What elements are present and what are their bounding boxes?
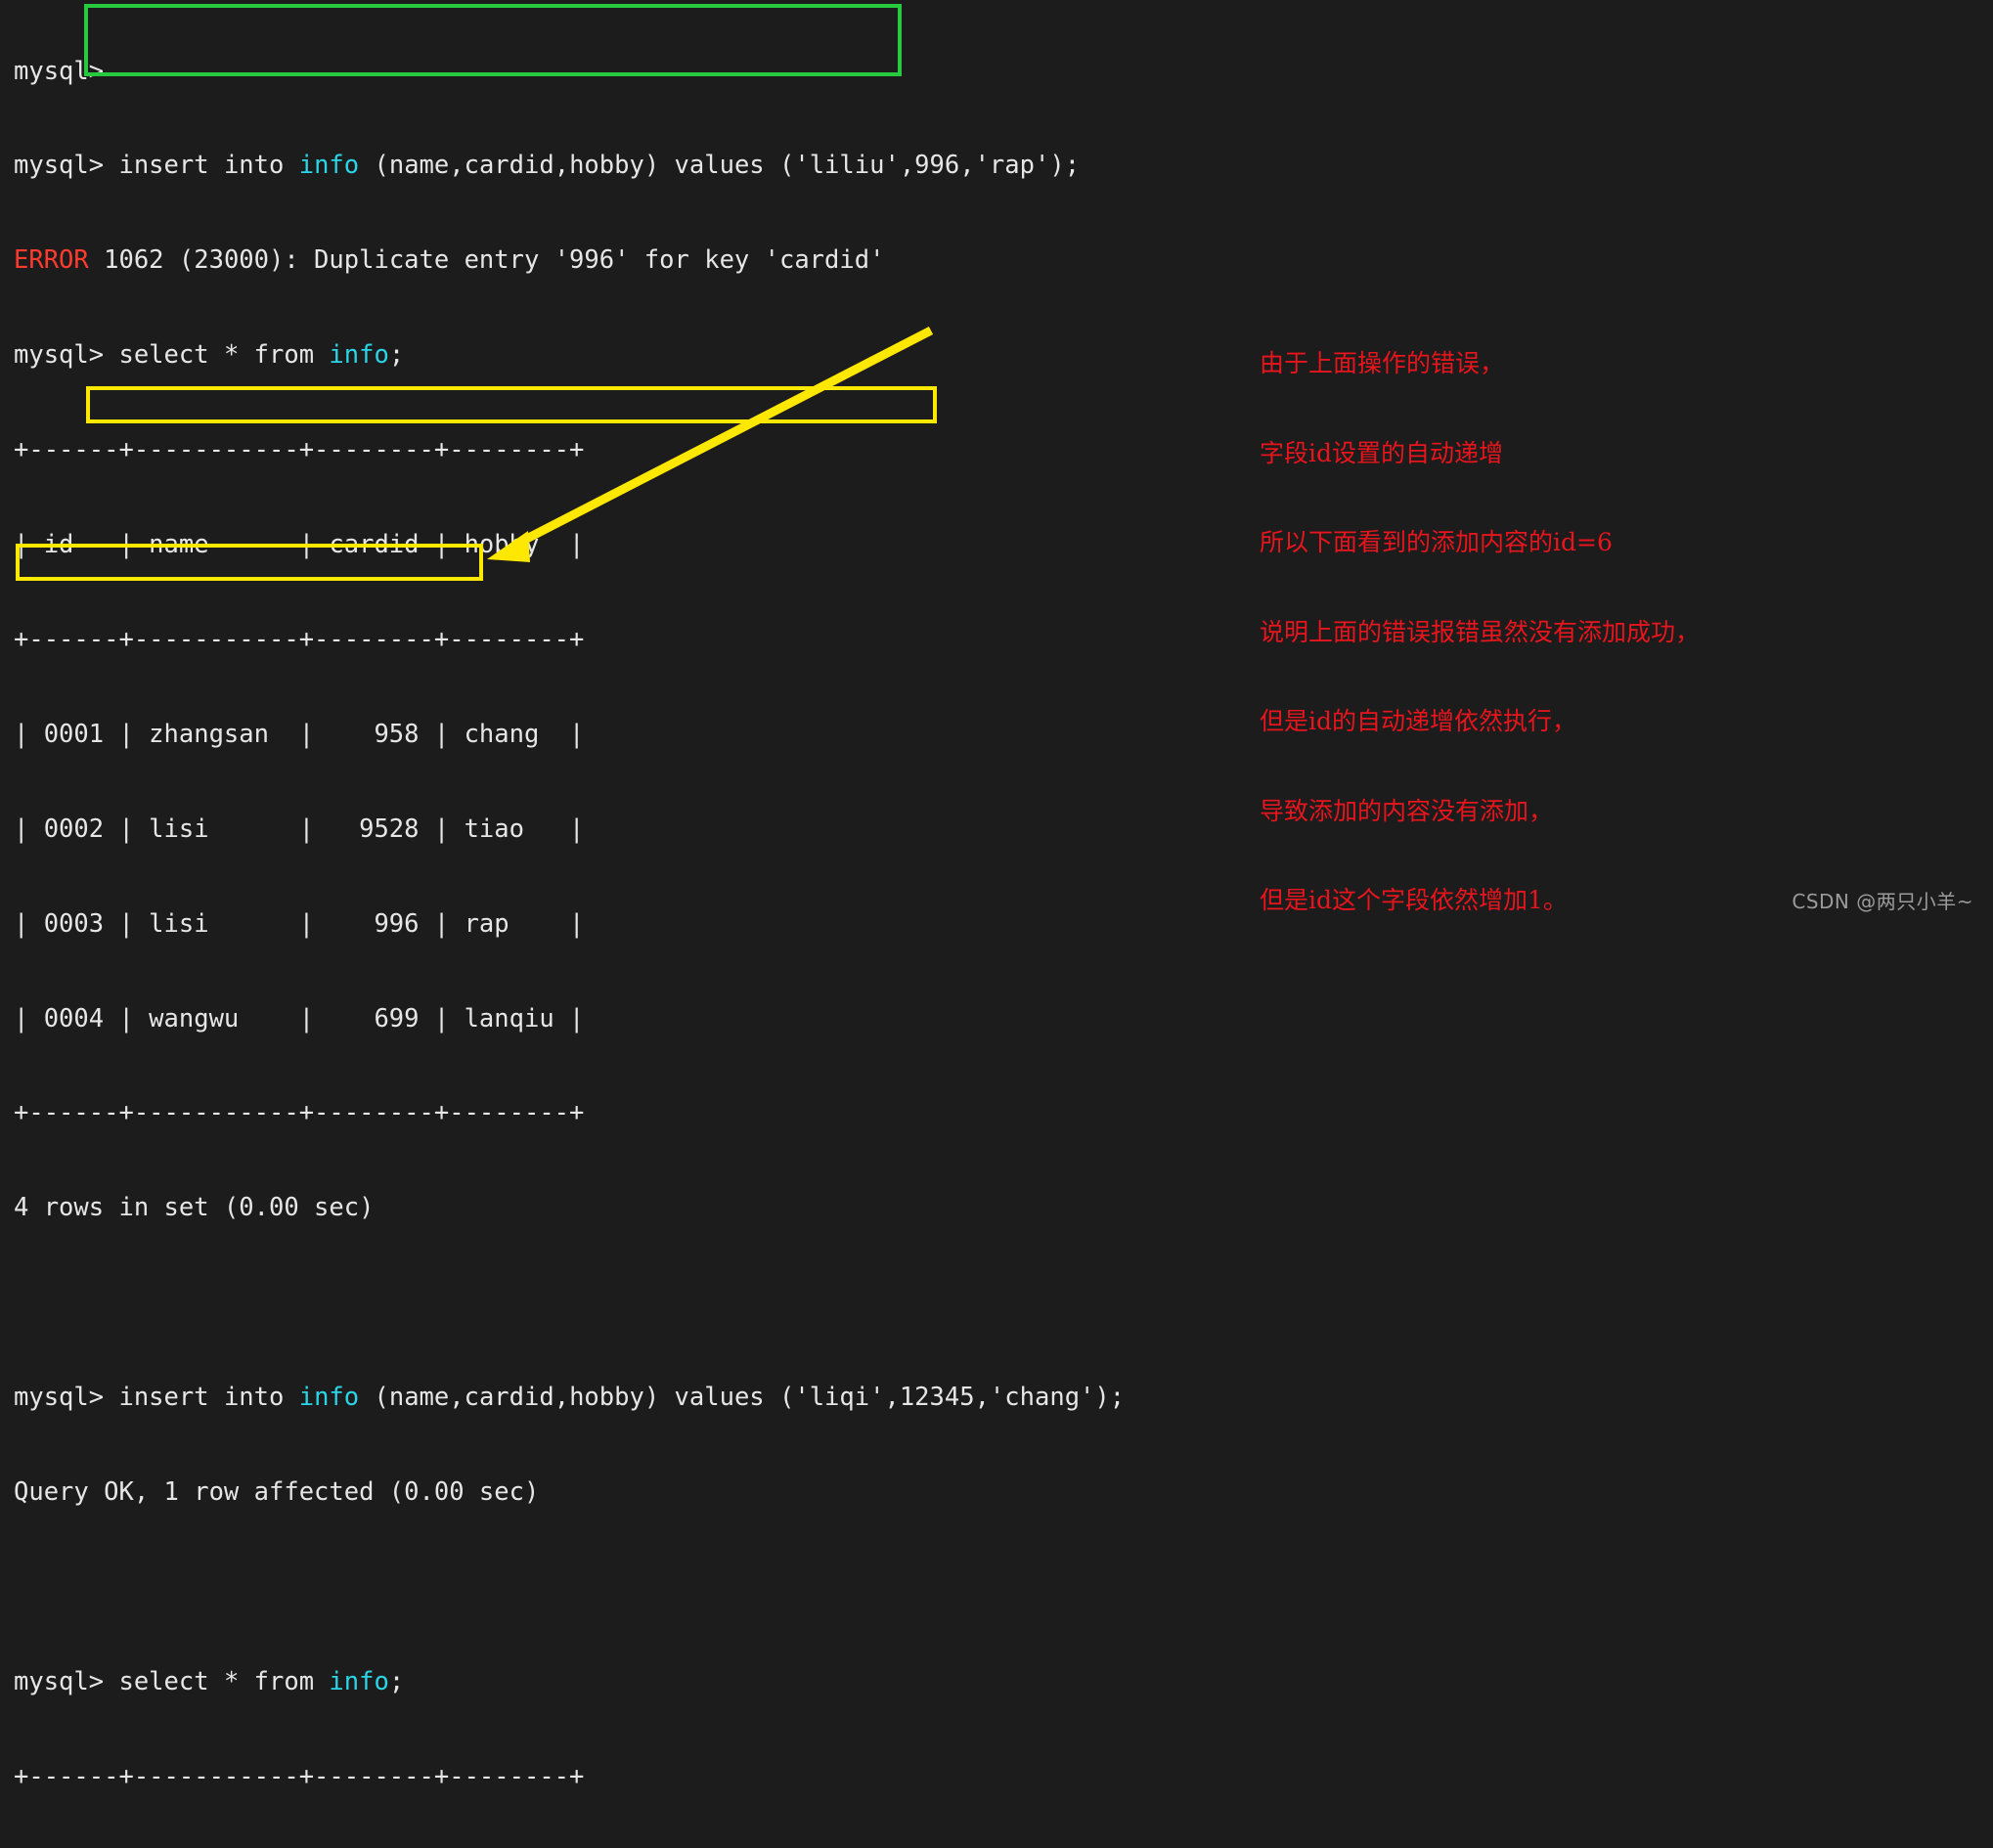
query-ok-label: Query OK, 1 row affected (0.00 sec) — [14, 1476, 540, 1507]
annotation-line: 但是id这个字段依然增加1。 — [1260, 886, 1568, 914]
table-name-token: info — [298, 1383, 360, 1413]
prompt-label: mysql> — [14, 1666, 105, 1696]
table-row: | 0004 | wangwu | 699 | lanqiu | — [14, 1003, 585, 1034]
terminal-line-select-1: mysql> select * from info; — [14, 340, 405, 371]
table-row: | 0001 | zhangsan | 958 | chang | — [14, 719, 585, 749]
red-annotation-note: 由于上面操作的错误， 字段id设置的自动递增 所以下面看到的添加内容的id=6 … — [1260, 289, 1700, 976]
table-border: +------+-----------+--------+--------+ — [14, 1098, 585, 1128]
annotation-line: 由于上面操作的错误， — [1260, 349, 1505, 377]
terminal-line: mysql> — [14, 56, 105, 86]
table-border: +------+-----------+--------+--------+ — [14, 624, 585, 654]
terminal-line-insert-duplicate: mysql> insert into info (name,cardid,hob… — [14, 151, 1081, 181]
prompt-label: mysql> — [14, 151, 105, 181]
error-label: ERROR — [14, 245, 89, 276]
annotation-line: 字段id设置的自动递增 — [1260, 438, 1503, 467]
terminal-line-insert-success: mysql> insert into info (name,cardid,hob… — [14, 1383, 1126, 1413]
table-name-token: info — [329, 340, 389, 371]
table-name-token: info — [298, 151, 360, 181]
prompt-label: mysql> — [14, 1383, 105, 1413]
terminal-line-select-2: mysql> select * from info; — [14, 1666, 405, 1696]
annotation-line: 导致添加的内容没有添加， — [1260, 796, 1554, 825]
prompt-label: mysql> — [14, 340, 105, 371]
table-border: +------+-----------+--------+--------+ — [14, 1761, 585, 1791]
terminal-output: mysql> mysql> insert into info (name,car… — [14, 0, 1125, 1848]
terminal-window[interactable]: mysql> mysql> insert into info (name,car… — [0, 0, 1993, 1791]
table-border: +------+-----------+--------+--------+ — [14, 435, 585, 465]
terminal-line-error: ERROR 1062 (23000): Duplicate entry '996… — [14, 244, 1125, 276]
error-message: 1062 (23000): Duplicate entry '996' for … — [104, 245, 885, 276]
table-name-token: info — [329, 1666, 389, 1696]
csdn-watermark: CSDN @两只小羊~ — [1792, 890, 1973, 913]
row-count-label: 4 rows in set (0.00 sec) — [14, 1193, 375, 1223]
table-row: | 0002 | lisi | 9528 | tiao | — [14, 814, 585, 844]
annotation-line: 说明上面的错误报错虽然没有添加成功， — [1260, 617, 1701, 646]
annotation-line: 但是id的自动递增依然执行， — [1260, 707, 1577, 735]
annotation-line: 所以下面看到的添加内容的id=6 — [1260, 528, 1613, 556]
table-header-row: | id | name | cardid | hobby | — [14, 530, 585, 560]
